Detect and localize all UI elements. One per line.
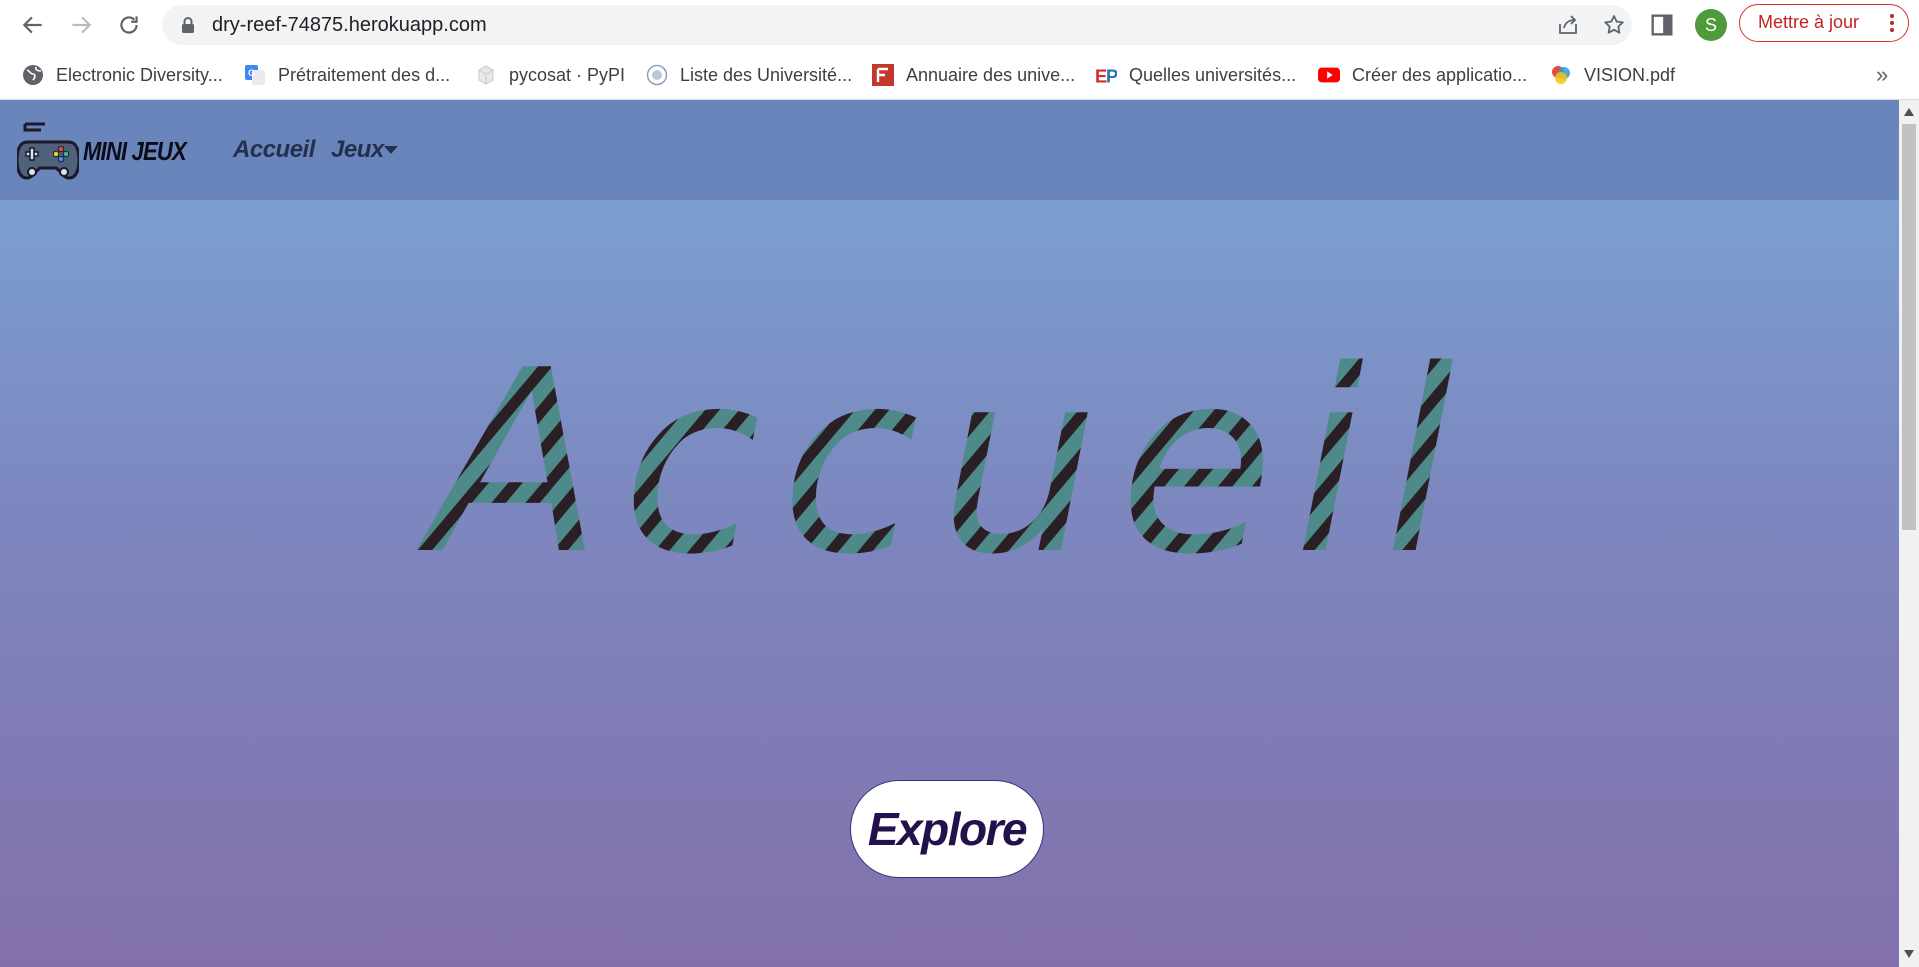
scroll-down-icon[interactable] — [1904, 950, 1914, 958]
pypi-icon — [478, 65, 494, 85]
bookmark-item[interactable]: E P Quelles universités... — [1095, 62, 1296, 88]
nav-link-accueil[interactable]: Accueil — [233, 136, 315, 164]
bookmark-item[interactable]: Liste des Université... — [646, 62, 852, 88]
bookmark-label: Prétraitement des d... — [278, 64, 451, 85]
forward-arrow-icon — [72, 16, 92, 34]
bookmark-item[interactable]: pycosat · PyPI — [475, 62, 625, 88]
site-navbar: MINI JEUX Accueil Jeux — [0, 100, 1899, 200]
bookmark-label: Annuaire des unive... — [906, 64, 1076, 85]
caret-down-icon[interactable] — [384, 146, 398, 154]
bookmark-item[interactable]: Annuaire des unive... — [872, 62, 1075, 88]
bookmark-label: pycosat · PyPI — [509, 64, 626, 85]
hero-title: Accueil — [416, 320, 1474, 580]
brand-link[interactable]: MINI JEUX — [17, 120, 204, 182]
brand-name: MINI JEUX — [83, 135, 187, 166]
svg-text:G: G — [248, 68, 255, 78]
share-icon[interactable] — [1556, 13, 1580, 37]
explore-button[interactable]: Explore — [850, 780, 1044, 878]
hero-title-graphic: Accueil — [416, 320, 1474, 580]
svg-text:P: P — [1106, 65, 1117, 86]
university-seal-icon — [646, 64, 668, 86]
back-button[interactable] — [16, 8, 50, 42]
bookmark-label: VISION.pdf — [1584, 64, 1676, 85]
bookmark-item[interactable]: Créer des applicatio... — [1318, 62, 1527, 88]
profile-avatar[interactable]: S — [1695, 9, 1727, 41]
bookmark-item[interactable]: VISION.pdf — [1550, 62, 1675, 88]
bookmark-label: Créer des applicatio... — [1352, 64, 1528, 85]
google-translate-icon: G — [245, 65, 265, 85]
youtube-icon — [1318, 67, 1340, 83]
gamepad-logo-icon — [17, 122, 79, 180]
bookmark-item[interactable]: G Prétraitement des d... — [244, 62, 450, 88]
update-label: Mettre à jour — [1758, 12, 1860, 32]
bookmarks-bar: Electronic Diversity... G Prétraitement … — [0, 50, 1919, 100]
update-chrome-button[interactable]: Mettre à jour — [1739, 4, 1909, 42]
bookmark-label: Quelles universités... — [1129, 64, 1297, 85]
url-text[interactable]: dry-reef-74875.herokuapp.com — [212, 5, 487, 45]
side-panel-icon[interactable] — [1648, 11, 1676, 39]
bookmark-label: Liste des Université... — [680, 64, 853, 85]
back-arrow-icon — [22, 16, 42, 34]
scroll-thumb[interactable] — [1902, 124, 1916, 530]
forward-button[interactable] — [64, 8, 98, 42]
page-viewport: MINI JEUX Accueil Jeux Accueil Explore — [0, 100, 1899, 967]
bookmark-label: Electronic Diversity... — [56, 64, 223, 85]
page-scrollbar[interactable] — [1899, 100, 1919, 967]
nav-link-jeux[interactable]: Jeux — [331, 136, 384, 164]
address-bar[interactable]: dry-reef-74875.herokuapp.com — [162, 5, 1632, 45]
reload-icon — [120, 16, 138, 34]
globe-icon — [23, 65, 43, 85]
annuaire-icon — [872, 64, 894, 86]
bookmark-item[interactable]: Electronic Diversity... — [22, 62, 223, 88]
hero-section: Accueil Explore — [0, 200, 1899, 967]
ep-logo-icon: E P — [1095, 65, 1117, 86]
scroll-up-icon[interactable] — [1904, 108, 1914, 116]
more-bookmarks-button[interactable]: » — [1876, 62, 1888, 88]
lock-icon — [182, 17, 194, 33]
pdf-icon — [1552, 66, 1570, 84]
bookmark-star-icon[interactable] — [1602, 13, 1626, 37]
browser-toolbar: dry-reef-74875.herokuapp.com S Mettre à … — [0, 0, 1919, 50]
reload-button[interactable] — [112, 8, 146, 42]
menu-dots-icon — [1890, 14, 1894, 32]
